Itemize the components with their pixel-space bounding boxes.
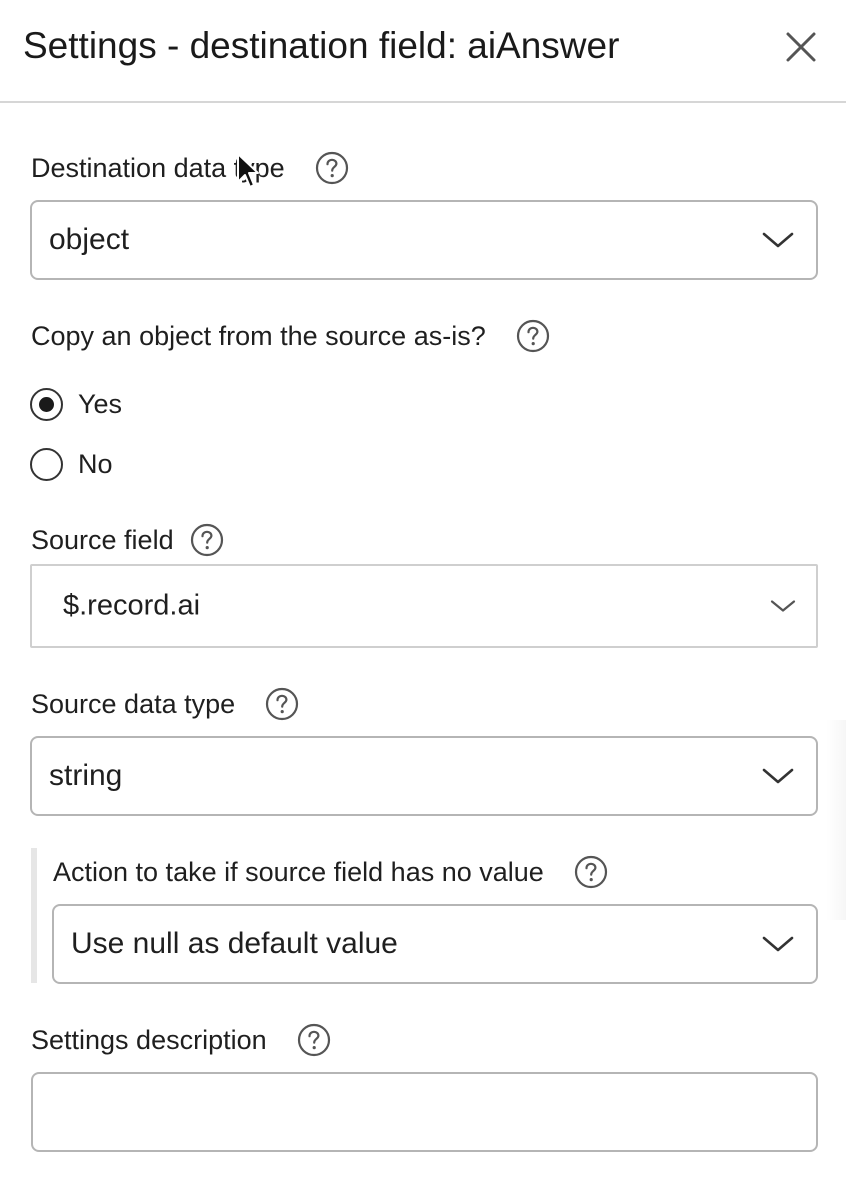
copy-object-label: Copy an object from the source as-is? <box>31 320 486 351</box>
help-circle-icon[interactable] <box>265 687 299 721</box>
close-button[interactable] <box>782 28 820 66</box>
page-title: Settings - destination field: aiAnswer <box>23 25 620 66</box>
no-value-action-label-row: Action to take if source field has no va… <box>53 854 608 890</box>
radio-no-label: No <box>78 448 113 479</box>
radio-option-no[interactable]: No <box>30 446 113 482</box>
nested-section-indicator <box>31 848 37 983</box>
source-field-select[interactable]: $.record.ai <box>30 564 818 648</box>
source-data-type-select[interactable]: string <box>30 736 818 816</box>
help-circle-icon[interactable] <box>315 151 349 185</box>
help-circle-icon[interactable] <box>297 1023 331 1057</box>
copy-object-label-row: Copy an object from the source as-is? <box>31 318 550 354</box>
chevron-down-icon <box>762 768 794 784</box>
radio-no[interactable] <box>30 447 63 481</box>
source-field-value: $.record.ai <box>63 589 201 622</box>
chevron-down-icon <box>770 600 796 612</box>
chevron-down-icon <box>762 232 794 248</box>
destination-data-type-value: object <box>49 223 130 256</box>
close-icon <box>786 32 816 62</box>
no-value-action-select[interactable]: Use null as default value <box>52 904 818 984</box>
source-field-label: Source field <box>31 524 174 555</box>
destination-data-type-label-row: Destination data type <box>31 150 349 186</box>
help-circle-icon[interactable] <box>190 523 224 557</box>
settings-description-input[interactable] <box>31 1072 818 1152</box>
source-data-type-value: string <box>49 759 123 792</box>
help-circle-icon[interactable] <box>574 855 608 889</box>
destination-data-type-select[interactable]: object <box>30 200 818 280</box>
source-data-type-label: Source data type <box>31 688 236 719</box>
settings-description-label: Settings description <box>31 1024 267 1055</box>
settings-panel: Settings - destination field: aiAnswer D… <box>0 0 846 1178</box>
settings-description-label-row: Settings description <box>31 1022 331 1058</box>
radio-yes[interactable] <box>30 387 63 421</box>
no-value-action-value: Use null as default value <box>71 927 398 960</box>
panel-header: Settings - destination field: aiAnswer <box>0 0 846 103</box>
chevron-down-icon <box>762 936 794 952</box>
source-data-type-label-row: Source data type <box>31 686 299 722</box>
help-circle-icon[interactable] <box>516 319 550 353</box>
edge-shadow <box>826 720 846 920</box>
source-field-label-row: Source field <box>31 522 224 558</box>
radio-yes-label: Yes <box>78 388 123 419</box>
no-value-action-label: Action to take if source field has no va… <box>53 856 544 887</box>
radio-option-yes[interactable]: Yes <box>30 386 122 422</box>
destination-data-type-label: Destination data type <box>31 152 285 183</box>
